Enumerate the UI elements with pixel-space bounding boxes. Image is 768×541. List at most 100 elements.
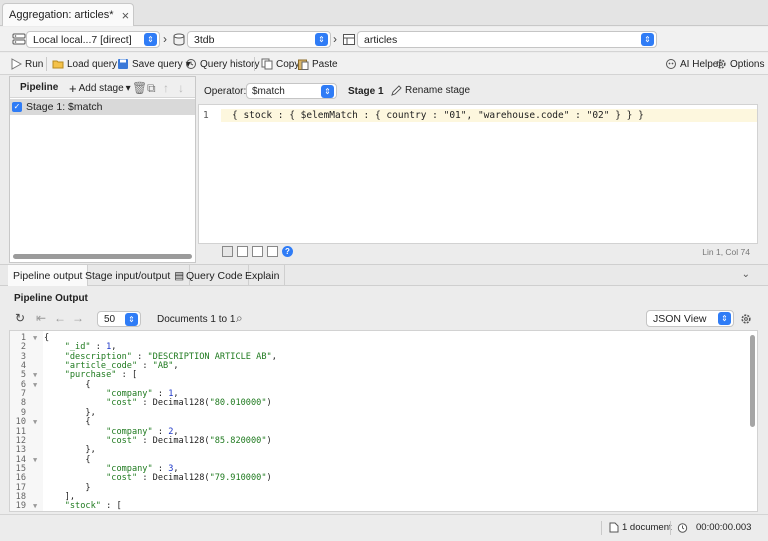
status-bar: 1 document 00:00:00.003 <box>0 514 768 541</box>
pipeline-stage-item[interactable]: ✓ Stage 1: $match <box>10 99 195 115</box>
options-label: Options <box>730 58 765 70</box>
paste-button[interactable]: Paste <box>297 56 338 72</box>
connection-bar: Local local...7 [direct] ⇕ › 3tdb ⇕ › ar… <box>0 27 768 52</box>
fold-toggle-icon[interactable]: ▼ <box>33 381 37 391</box>
output-toolbar: ↻ ⇤ ← → 50 ⇕ Documents 1 to 1 ⌕ JSON Vie… <box>0 308 768 330</box>
load-query-button[interactable]: Load query ▾ <box>52 56 125 72</box>
ai-helper-icon <box>666 59 676 69</box>
toolbar-divider <box>46 57 47 71</box>
json-line-text: "stock" : [ <box>64 501 122 512</box>
result-tabs: Pipeline output Stage input/output ▤ Que… <box>0 264 768 286</box>
copy-button[interactable]: Copy <box>261 56 299 72</box>
split-view-icon[interactable] <box>252 246 263 257</box>
json-line: 12 "cost" : Decimal128("85.820000") <box>10 436 745 447</box>
json-output-viewer[interactable]: 1 ▼{2 "_id" : 1, 3 "description" : "DESCRI… <box>9 330 758 512</box>
document-tab-bar: Aggregation: articles* × <box>0 0 768 26</box>
history-icon <box>186 59 196 69</box>
refresh-icon[interactable]: ↻ <box>15 311 25 325</box>
fold-toggle-icon[interactable]: ▼ <box>33 456 37 466</box>
help-icon[interactable]: ? <box>282 246 293 257</box>
document-count: 1 document <box>609 522 672 533</box>
ai-helper-button[interactable]: AI Helper <box>665 56 722 72</box>
elapsed-time-text: 00:00:00.003 <box>696 522 752 533</box>
stage-query-text[interactable]: { stock : { $elemMatch : { country : "01… <box>232 110 644 121</box>
tab-query-code[interactable]: Query Code <box>181 265 249 286</box>
fold-toggle-icon[interactable]: ▼ <box>33 371 37 381</box>
document-count-text: 1 document <box>622 522 672 533</box>
paste-icon <box>298 59 309 70</box>
page-size-select[interactable]: 50 ⇕ <box>97 311 141 327</box>
json-line: 1 ▼{ <box>10 333 745 344</box>
select-arrows-icon: ⇕ <box>641 33 654 46</box>
pipeline-title: Pipeline <box>20 82 59 93</box>
tab-label: Explain <box>245 269 280 282</box>
document-view-icon[interactable] <box>237 246 248 257</box>
run-button[interactable]: Run <box>10 56 43 72</box>
query-history-button[interactable]: Query history <box>185 56 259 72</box>
move-up-icon[interactable]: ↑ <box>163 81 169 95</box>
query-toolbar: Run Load query ▾ Save query ▾ Query hist… <box>0 53 768 75</box>
pipeline-panel: Pipeline + Add stage ▾ 🗑 ⧉ ↑ ↓ ✓ Stage 1… <box>9 76 196 263</box>
json-line: 8 "cost" : Decimal128("80.010000") <box>10 399 745 409</box>
move-down-icon[interactable]: ↓ <box>178 81 184 95</box>
trash-icon[interactable]: 🗑 <box>132 81 147 95</box>
document-range: Documents 1 to 1 <box>157 314 236 325</box>
view-settings-gear-icon[interactable] <box>740 313 752 325</box>
tab-label: Query Code <box>186 269 243 282</box>
tab-pipeline-output[interactable]: Pipeline output <box>8 265 89 286</box>
json-line: 19 ▼ "stock" : [ <box>10 501 745 512</box>
stage-editor-header: Operator: $match ⇕ Stage 1 Rename stage <box>198 80 758 102</box>
query-history-label: Query history <box>200 58 260 70</box>
database-name: 3tdb <box>194 33 215 46</box>
tab-aggregation-articles[interactable]: Aggregation: articles* × <box>2 3 135 26</box>
tab-stage-input-output[interactable]: Stage input/output ▤ <box>80 265 191 286</box>
database-select[interactable]: 3tdb ⇕ <box>187 31 331 48</box>
collection-select[interactable]: articles ⇕ <box>357 31 657 48</box>
stage-query-editor[interactable]: 1 { stock : { $elemMatch : { country : "… <box>198 104 758 244</box>
run-label: Run <box>25 58 44 70</box>
stage-enabled-checkbox[interactable]: ✓ <box>12 102 22 112</box>
operator-label: Operator: <box>204 86 247 97</box>
table-view-icon[interactable] <box>267 246 278 257</box>
chevron-right-icon: › <box>163 32 167 46</box>
previous-page-icon[interactable]: ← <box>54 311 66 325</box>
tab-explain[interactable]: Explain <box>240 265 286 286</box>
fold-toggle-icon[interactable]: ▼ <box>33 334 37 344</box>
editor-footer: ? Lin 1, Col 74 <box>198 244 758 260</box>
stage-name: Stage 1 <box>348 86 384 97</box>
operator-select[interactable]: $match ⇕ <box>246 83 337 99</box>
view-mode-select[interactable]: JSON View ⇕ <box>646 310 734 327</box>
chevron-right-icon: › <box>333 32 337 46</box>
collection-name: articles <box>364 33 398 46</box>
server-icon <box>12 33 26 45</box>
json-line: 16 "cost" : Decimal128("79.910000") <box>10 474 745 484</box>
cursor-position: Lin 1, Col 74 <box>702 247 750 257</box>
line-number: 19 <box>15 501 26 512</box>
duplicate-icon[interactable]: ⧉ <box>147 81 156 96</box>
chevron-down-icon[interactable]: ⌄ <box>742 269 750 280</box>
json-line: 9 }, <box>10 408 745 419</box>
connection-select[interactable]: Local local...7 [direct] ⇕ <box>26 31 160 48</box>
load-query-label: Load query <box>67 58 118 70</box>
first-page-icon[interactable]: ⇤ <box>36 311 46 325</box>
format-icon[interactable] <box>222 246 233 257</box>
status-divider <box>670 521 671 535</box>
rename-stage-button[interactable]: Rename stage <box>391 85 470 96</box>
vertical-scrollbar[interactable] <box>750 335 755 427</box>
next-page-icon[interactable]: → <box>72 311 84 325</box>
play-icon <box>11 58 22 70</box>
json-line: 5 ▼ "purchase" : [ <box>10 371 745 381</box>
save-query-button[interactable]: Save query ▾ <box>117 56 191 72</box>
options-button[interactable]: Options <box>715 56 764 72</box>
close-tab-icon[interactable]: × <box>122 8 130 23</box>
add-stage-button[interactable]: + Add stage ▾ <box>69 81 131 96</box>
json-line: 13 }, <box>10 446 745 456</box>
stopwatch-icon <box>677 523 688 533</box>
horizontal-scrollbar[interactable] <box>13 254 192 259</box>
folder-icon <box>52 60 64 69</box>
fold-toggle-icon[interactable]: ▼ <box>33 502 37 511</box>
fold-toggle-icon[interactable]: ▼ <box>33 418 37 428</box>
add-stage-label: Add stage <box>78 83 124 94</box>
inspect-document-icon[interactable]: ⌕ <box>236 311 243 326</box>
database-icon <box>173 33 185 46</box>
